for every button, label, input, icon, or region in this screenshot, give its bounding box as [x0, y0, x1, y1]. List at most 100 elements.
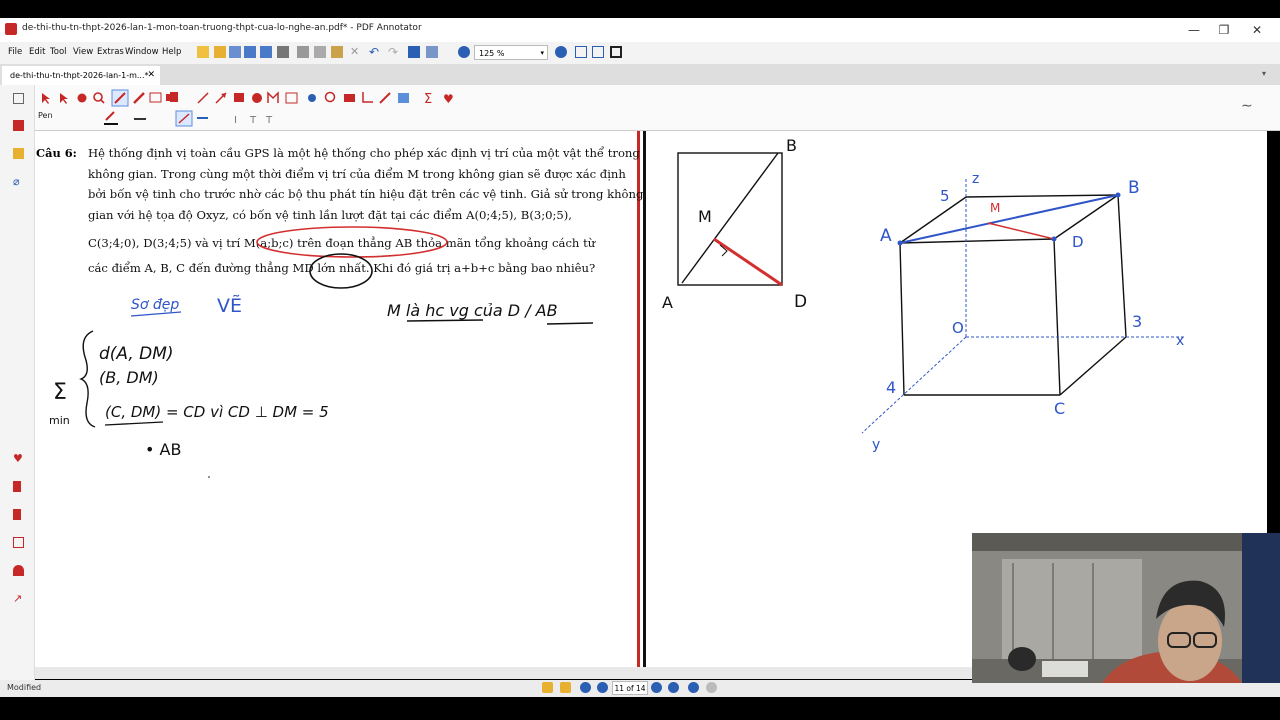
pen-color-icon[interactable] — [104, 111, 118, 125]
menu-file[interactable]: File — [8, 47, 22, 57]
first-page-icon[interactable] — [580, 682, 591, 693]
fig2-label-b: B — [1128, 178, 1140, 198]
sigma-icon[interactable]: Σ — [424, 92, 432, 107]
pen-tool-icon[interactable] — [111, 89, 129, 107]
select-icon[interactable] — [42, 93, 50, 104]
select-text-icon[interactable] — [60, 93, 68, 104]
page-layout-icon[interactable] — [426, 46, 438, 58]
crop-icon[interactable] — [362, 92, 373, 103]
image-icon[interactable] — [285, 92, 298, 104]
stamp-favorite-icon[interactable] — [13, 565, 24, 576]
fig2-box — [899, 194, 1127, 396]
print-icon[interactable] — [277, 46, 289, 58]
save-icon[interactable] — [244, 46, 256, 58]
tab-list-icon[interactable]: ▾ — [1262, 69, 1266, 78]
attachments-icon[interactable]: ⌀ — [13, 176, 24, 187]
delete-icon[interactable]: ✕ — [350, 46, 362, 58]
fig2-label-o: O — [952, 319, 964, 337]
heart-icon[interactable]: ♥ — [443, 92, 454, 106]
circle-icon[interactable] — [252, 93, 262, 103]
back-icon[interactable] — [688, 682, 699, 693]
fig2-label-d: D — [1072, 233, 1084, 251]
first-bookmark-icon[interactable] — [542, 682, 553, 693]
menu-view[interactable]: View — [73, 47, 93, 57]
minimize-button[interactable]: — — [1179, 21, 1209, 39]
new-icon[interactable] — [197, 46, 209, 58]
zoom-out-icon[interactable] — [458, 46, 470, 58]
mark-icon[interactable] — [267, 91, 279, 103]
line-icon[interactable] — [197, 92, 209, 104]
hw-d-line: d(A, DM) — [99, 344, 174, 364]
marker-favorite-icon[interactable] — [13, 509, 21, 520]
insert-image-icon[interactable] — [398, 93, 409, 103]
stamp-icon[interactable] — [170, 92, 178, 102]
forward-icon[interactable] — [706, 682, 717, 693]
menu-help[interactable]: Help — [162, 47, 181, 57]
next-page-icon[interactable] — [651, 682, 662, 693]
hw-sum: Σ — [53, 380, 67, 405]
pages-icon[interactable] — [13, 93, 24, 104]
find-icon[interactable] — [408, 46, 420, 58]
page-indicator[interactable]: 11 of 14 — [612, 681, 648, 695]
undo-icon[interactable]: ↶ — [369, 46, 381, 58]
favorites-icon[interactable]: ♥ — [13, 453, 24, 464]
fit-width-icon[interactable] — [575, 46, 587, 58]
open-icon[interactable] — [214, 46, 226, 58]
svg-text:T: T — [249, 115, 257, 126]
menu-window[interactable]: Window — [125, 47, 159, 57]
lasso-icon[interactable] — [324, 91, 336, 103]
svg-text:Σ: Σ — [424, 92, 432, 107]
fig1-label-m: M — [698, 207, 712, 226]
prev-page-icon[interactable] — [597, 682, 608, 693]
hw-ve: VẼ — [217, 294, 242, 317]
fig2-label-z: z — [972, 171, 979, 187]
fit-page-icon[interactable] — [592, 46, 604, 58]
paste-icon[interactable] — [331, 46, 343, 58]
fig2-label-a: A — [880, 226, 892, 246]
fig2-segment-ab — [899, 194, 1119, 244]
status-text: Modified — [7, 683, 42, 692]
text-box-icon[interactable] — [149, 92, 162, 103]
hw-b-line: (B, DM) — [99, 368, 159, 387]
fullscreen-icon[interactable] — [610, 46, 622, 58]
hw-c-line: (C, DM) = CD vì CD ⊥ DM = 5 — [105, 403, 329, 421]
text-style-icon[interactable]: I TT — [234, 115, 273, 126]
pen-panel-icon[interactable] — [13, 120, 24, 131]
arrow-favorite-icon[interactable]: ↗ — [13, 593, 24, 604]
hw-m-note: M là hc vg của D / AB — [387, 301, 558, 320]
hw-so-dep: Sơ đẹp — [131, 297, 179, 313]
magnifier-icon[interactable] — [93, 92, 105, 104]
marker-icon[interactable] — [379, 92, 391, 104]
arrow-icon[interactable] — [215, 92, 227, 104]
prev-bookmark-icon[interactable] — [560, 682, 571, 693]
bookmarks-icon[interactable] — [13, 148, 24, 159]
chevron-down-icon: ▾ — [540, 49, 544, 57]
scan-icon[interactable] — [229, 46, 241, 58]
highlighter-icon[interactable] — [133, 92, 145, 104]
copy-icon[interactable] — [314, 46, 326, 58]
svg-text:I: I — [234, 115, 237, 126]
smooth-icon[interactable] — [175, 110, 193, 127]
pen-favorite-icon[interactable] — [13, 481, 21, 492]
menu-tool[interactable]: Tool — [50, 47, 67, 57]
window-title: de-thi-thu-tn-thpt-2026-lan-1-mon-toan-t… — [22, 23, 422, 33]
zoom-select[interactable]: 125 % ▾ — [474, 45, 548, 60]
link-icon[interactable] — [308, 94, 316, 102]
tab-close-icon[interactable]: ✕ — [147, 66, 155, 85]
hand-icon[interactable] — [77, 93, 87, 103]
close-window-button[interactable]: ✕ — [1242, 21, 1272, 39]
handwritten-annotations: Sơ đẹp VẼ M là hc vg của D / AB d(A, DM)… — [49, 226, 594, 478]
zoom-in-icon[interactable] — [555, 46, 567, 58]
maximize-button[interactable]: ❐ — [1209, 21, 1239, 39]
rectangle-icon[interactable] — [234, 93, 244, 102]
camera-icon[interactable] — [344, 94, 355, 102]
menu-edit[interactable]: Edit — [29, 47, 45, 57]
menu-extras[interactable]: Extras — [97, 47, 124, 57]
redo-icon[interactable]: ↷ — [388, 46, 400, 58]
cut-icon[interactable] — [297, 46, 309, 58]
last-page-icon[interactable] — [668, 682, 679, 693]
document-tab[interactable]: de-thi-thu-tn-thpt-2026-lan-1-m...* ✕ — [2, 66, 160, 85]
ink-panel-icon[interactable]: ∼ — [1241, 98, 1253, 114]
save-as-icon[interactable] — [260, 46, 272, 58]
textbox-favorite-icon[interactable] — [13, 537, 24, 548]
